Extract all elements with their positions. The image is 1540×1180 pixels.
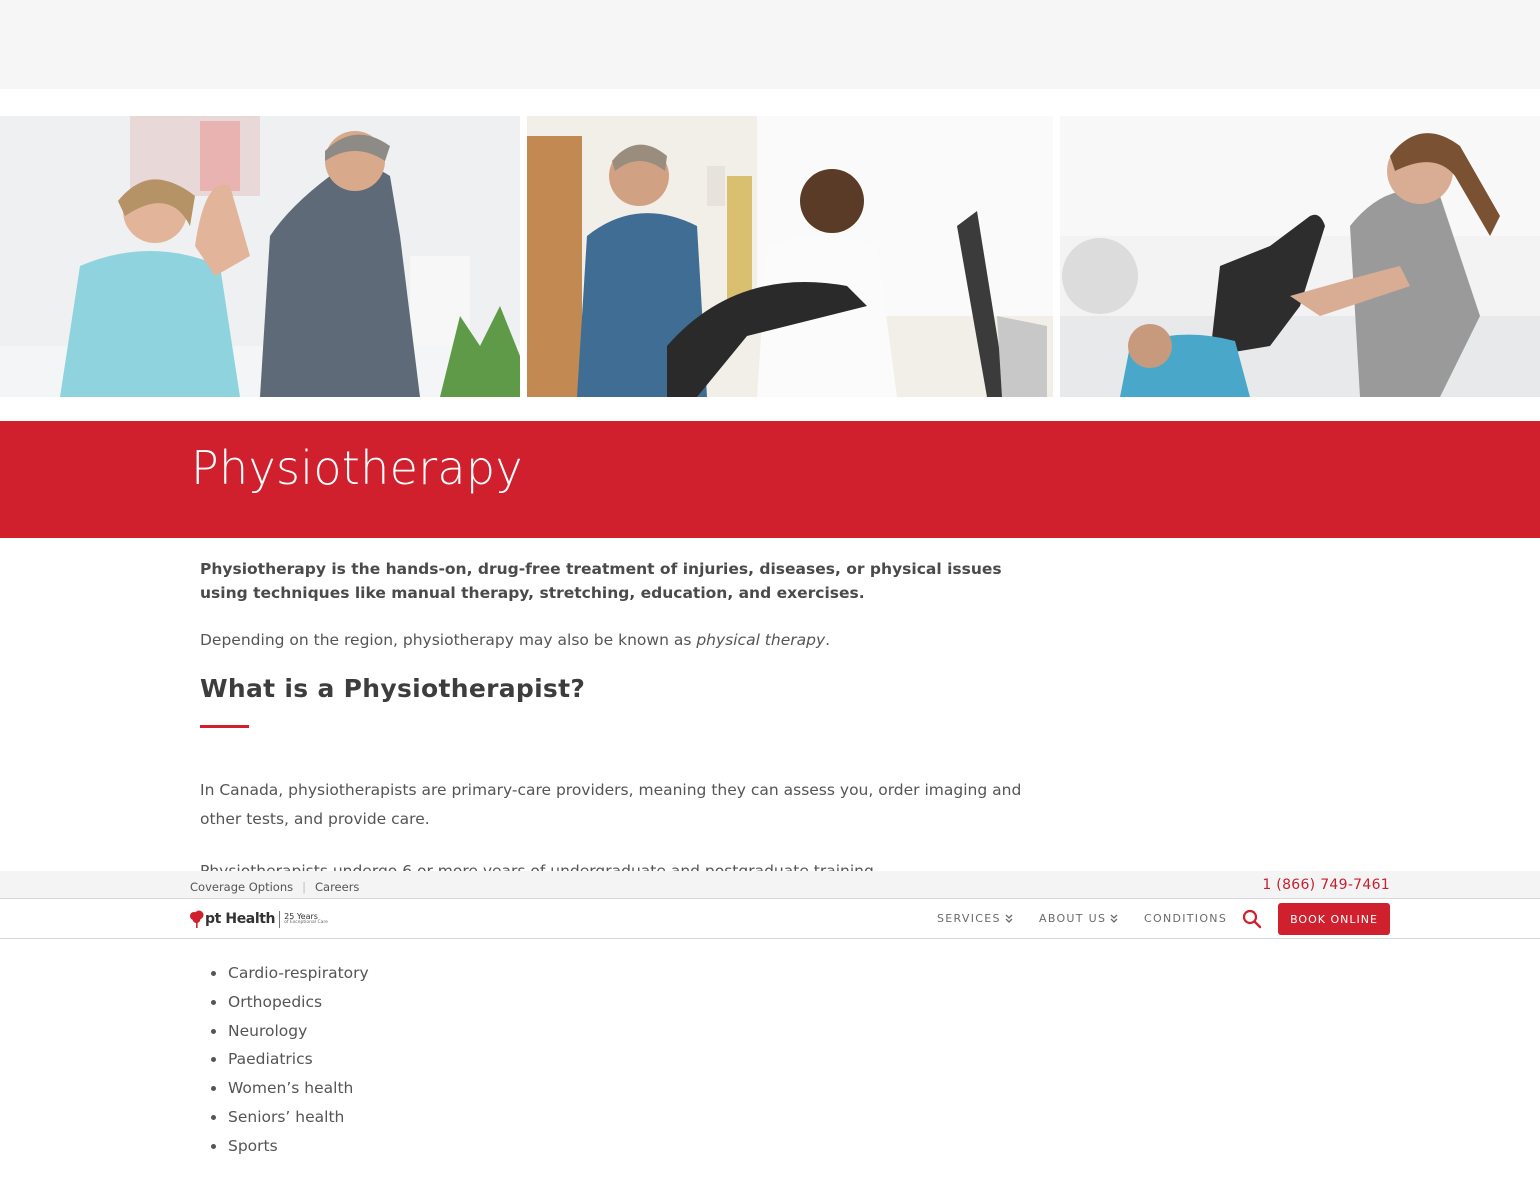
main-navigation: pt Health 25 Years of Exceptional Care S…: [0, 898, 1540, 939]
heading-underline: [200, 725, 249, 728]
link-separator: |: [302, 880, 306, 894]
pt-health-logo[interactable]: pt Health 25 Years of Exceptional Care: [190, 908, 328, 930]
lead-paragraph: Physiotherapy is the hands-on, drug-free…: [200, 560, 1002, 602]
book-online-button[interactable]: BOOK ONLINE: [1278, 903, 1390, 935]
treadmill-assessment-photo: [527, 116, 1053, 397]
page-title: Physiotherapy: [191, 441, 523, 495]
tree-logo-icon: [190, 910, 204, 928]
list-item: Neurology: [211, 1017, 369, 1046]
emphasized-term: physical therapy: [696, 631, 826, 649]
list-item: Seniors’ health: [211, 1103, 369, 1132]
utility-bar: Coverage Options | Careers 1 (866) 749-746…: [0, 871, 1540, 899]
canada-paragraph: In Canada, physiotherapists are primary-…: [200, 781, 1022, 828]
hero-banner: [0, 116, 1540, 397]
leg-stretch-treatment-photo: [1060, 116, 1540, 397]
list-item: Women’s health: [211, 1074, 369, 1103]
chevron-double-down-icon: [1110, 914, 1118, 923]
paragraph-text-end: .: [825, 631, 831, 649]
alternate-name-paragraph: Depending on the region, physiotherapy m…: [200, 626, 830, 655]
paragraph-text: Depending on the region, physiotherapy m…: [200, 631, 697, 649]
careers-link[interactable]: Careers: [315, 880, 359, 894]
logo-divider: [279, 910, 281, 928]
logo-name: pt Health: [205, 911, 276, 927]
coverage-options-link[interactable]: Coverage Options: [190, 880, 293, 894]
nav-item-conditions[interactable]: CONDITIONS: [1144, 912, 1227, 925]
list-item: Sports: [211, 1132, 369, 1161]
logo-tagline: of Exceptional Care: [284, 919, 328, 925]
logo-years: 25 Years of Exceptional Care: [284, 912, 328, 926]
section-heading: What is a Physiotherapist?: [200, 674, 586, 703]
phone-number-link[interactable]: 1 (866) 749-7461: [1262, 877, 1390, 893]
nav-item-about-us[interactable]: ABOUT US: [1039, 912, 1118, 925]
specialty-list: Cardio-respiratory Orthopedics Neurology…: [211, 959, 369, 1161]
nav-item-label: SERVICES: [937, 912, 1001, 925]
list-item: Cardio-respiratory: [211, 959, 369, 988]
chevron-double-down-icon: [1005, 914, 1013, 923]
nav-item-services[interactable]: SERVICES: [937, 912, 1013, 925]
nav-item-label: CONDITIONS: [1144, 912, 1228, 925]
page-title-banner: Physiotherapy: [0, 421, 1540, 538]
physiotherapist-shoulder-stretch-photo: [0, 116, 520, 397]
list-item: Paediatrics: [211, 1045, 369, 1074]
list-item: Orthopedics: [211, 988, 369, 1017]
top-band: [0, 0, 1540, 89]
search-icon[interactable]: [1242, 909, 1262, 929]
utility-links: Coverage Options | Careers: [190, 880, 359, 894]
article-content: Physiotherapy is the hands-on, drug-free…: [200, 557, 1030, 880]
nav-item-label: ABOUT US: [1039, 912, 1107, 925]
